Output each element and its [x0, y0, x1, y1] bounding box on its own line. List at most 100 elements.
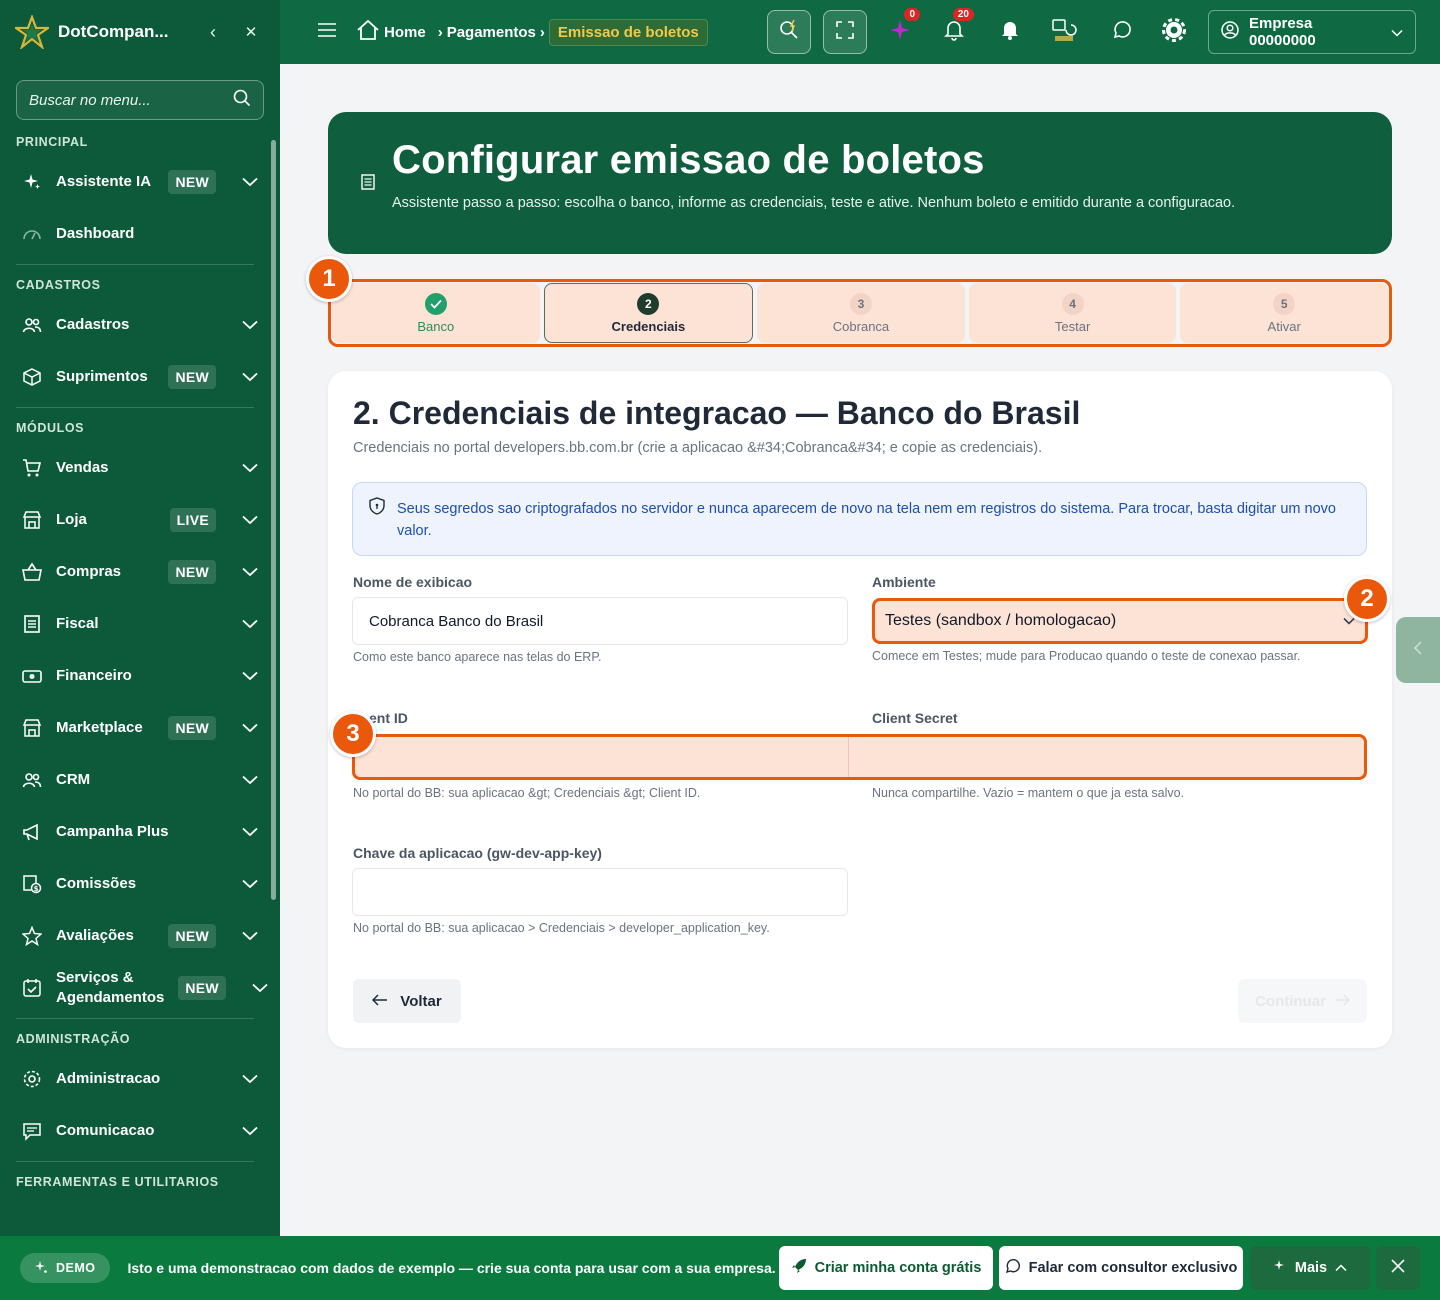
sidebar-item-comissoes[interactable]: $ Comissões	[0, 858, 280, 910]
chevron-down-icon	[242, 928, 258, 945]
check-icon	[424, 292, 447, 315]
whatsapp-button[interactable]	[1108, 18, 1136, 46]
sidebar-item-cadastros[interactable]: Cadastros	[0, 299, 280, 351]
step-banco[interactable]: Banco	[332, 283, 540, 343]
user-circle-icon	[1221, 21, 1239, 43]
new-badge: NEW	[168, 170, 216, 194]
annotation-marker-1: 1	[306, 256, 352, 302]
section-subtitle: Credenciais no portal developers.bb.com.…	[353, 440, 1043, 456]
step-cobranca[interactable]: 3 Cobranca	[757, 283, 965, 343]
new-badge: NEW	[168, 365, 216, 389]
notifications-button[interactable]: 20	[940, 8, 974, 46]
translate-button[interactable]	[1050, 18, 1078, 46]
divider	[16, 1018, 254, 1019]
sidebar-item-label: Fiscal	[56, 615, 99, 632]
chevron-down-icon	[242, 512, 258, 529]
page-header: Configurar emissao de boletos Assistente…	[328, 112, 1392, 254]
breadcrumb-home[interactable]: Home	[384, 24, 426, 41]
ai-notifications-button[interactable]: 0	[886, 8, 920, 46]
notice-text: Seus segredos sao criptografados no serv…	[397, 501, 1336, 539]
step-label: Banco	[417, 318, 455, 334]
sidebar-item-compras[interactable]: Compras NEW	[0, 546, 280, 598]
app-key-input[interactable]	[352, 868, 848, 916]
client-id-label: ent ID	[369, 710, 408, 726]
sidebar-item-label: Marketplace	[56, 719, 143, 736]
brand-name: DotCompan...	[58, 22, 169, 41]
chevron-up-icon	[1335, 1260, 1347, 1276]
step-label: Ativar	[1267, 318, 1301, 334]
sidebar-item-comunicacao[interactable]: Comunicacao	[0, 1105, 280, 1157]
close-sidebar-icon[interactable]: ✕	[236, 23, 266, 41]
alerts-button[interactable]	[996, 18, 1024, 46]
close-banner-button[interactable]	[1376, 1246, 1420, 1290]
page-title: Configurar emissao de boletos	[392, 138, 985, 182]
step-number: 2	[637, 292, 660, 315]
label-line-1: Serviços &	[56, 969, 134, 986]
sidebar-item-label: Comunicacao	[56, 1122, 155, 1139]
continue-button[interactable]: Continuar	[1238, 979, 1367, 1023]
back-button[interactable]: Voltar	[353, 979, 461, 1023]
sidebar-item-servicos[interactable]: Serviços & Agendamentos NEW	[0, 962, 280, 1014]
sidebar-item-campanha[interactable]: Campanha Plus	[0, 806, 280, 858]
sidebar-item-crm[interactable]: CRM	[0, 754, 280, 806]
client-secret-input[interactable]	[873, 737, 1363, 777]
app-key-help: No portal do BB: sua aplicacao > Credenc…	[353, 921, 770, 935]
step-label: Cobranca	[832, 318, 890, 334]
chevron-down-icon	[242, 564, 258, 581]
sidebar-item-fiscal[interactable]: Fiscal	[0, 598, 280, 650]
breadcrumb-pagamentos[interactable]: Pagamentos	[447, 24, 536, 41]
receipt-icon	[22, 614, 42, 634]
client-secret-help: Nunca compartilhe. Vazio = mantem o que …	[872, 786, 1185, 800]
client-id-input[interactable]	[355, 737, 848, 777]
sidebar-search-input[interactable]: Buscar no menu...	[16, 80, 264, 120]
back-label: Voltar	[400, 992, 442, 1010]
sidebar-item-label: Administracao	[56, 1070, 161, 1087]
settings-button[interactable]	[1160, 17, 1188, 46]
sidebar-item-loja[interactable]: Loja LIVE	[0, 494, 280, 546]
box-icon	[22, 367, 42, 387]
consultant-label: Falar com consultor exclusivo	[1028, 1260, 1238, 1276]
company-selector[interactable]: Empresa 00000000	[1208, 10, 1416, 54]
sidebar-item-financeiro[interactable]: Financeiro	[0, 650, 280, 702]
hamburger-menu-icon[interactable]	[318, 22, 338, 42]
megaphone-icon	[22, 822, 42, 842]
sidebar-item-administracao[interactable]: Administracao	[0, 1053, 280, 1105]
sidebar-item-assistente[interactable]: Assistente IA NEW	[0, 156, 280, 208]
sidebar-item-label: Compras	[56, 563, 122, 580]
more-button[interactable]: Mais	[1250, 1246, 1370, 1290]
fullscreen-button[interactable]	[823, 10, 867, 54]
close-icon	[1391, 1259, 1405, 1277]
calendar-check-icon	[22, 978, 42, 998]
home-icon[interactable]	[356, 19, 380, 45]
step-credenciais[interactable]: 2 Credenciais	[543, 283, 754, 343]
arrow-left-icon	[372, 993, 388, 1010]
sidebar-item-avaliacoes[interactable]: Avaliações NEW	[0, 910, 280, 962]
sidebar-item-dashboard[interactable]: Dashboard	[0, 208, 280, 260]
collapse-sidebar-icon[interactable]: ‹	[198, 22, 228, 43]
sidebar-item-suprimentos[interactable]: Suprimentos NEW	[0, 351, 280, 403]
sidebar-item-vendas[interactable]: Vendas	[0, 442, 280, 494]
breadcrumb: Home › Pagamentos › Emissao de boletos	[356, 18, 708, 46]
cash-icon	[22, 666, 42, 686]
sparkles-icon	[1273, 1259, 1287, 1277]
search-icon	[233, 89, 251, 112]
sidebar-scrollbar[interactable]	[271, 140, 276, 900]
quick-search-button[interactable]	[767, 10, 811, 54]
sidebar-item-label: Assistente IA	[56, 173, 152, 190]
divider	[16, 1161, 254, 1162]
translate-icon	[1051, 17, 1077, 48]
sidebar-item-label: Loja	[56, 511, 87, 528]
chevron-down-icon	[252, 980, 268, 997]
create-account-button[interactable]: Criar minha conta grátis	[779, 1246, 993, 1290]
side-panel-toggle[interactable]	[1396, 617, 1440, 683]
consultant-button[interactable]: Falar com consultor exclusivo	[999, 1246, 1243, 1290]
chevron-down-icon	[242, 369, 258, 386]
step-label: Testar	[1054, 318, 1091, 334]
company-name: Empresa 00000000	[1249, 15, 1316, 49]
step-testar[interactable]: 4 Testar	[968, 283, 1177, 343]
nome-exibicao-input[interactable]: Cobranca Banco do Brasil	[352, 597, 848, 645]
shield-icon	[369, 497, 385, 520]
step-ativar[interactable]: 5 Ativar	[1180, 283, 1388, 343]
ambiente-select[interactable]: Testes (sandbox / homologacao)	[872, 598, 1368, 644]
sidebar-item-marketplace[interactable]: Marketplace NEW	[0, 702, 280, 754]
